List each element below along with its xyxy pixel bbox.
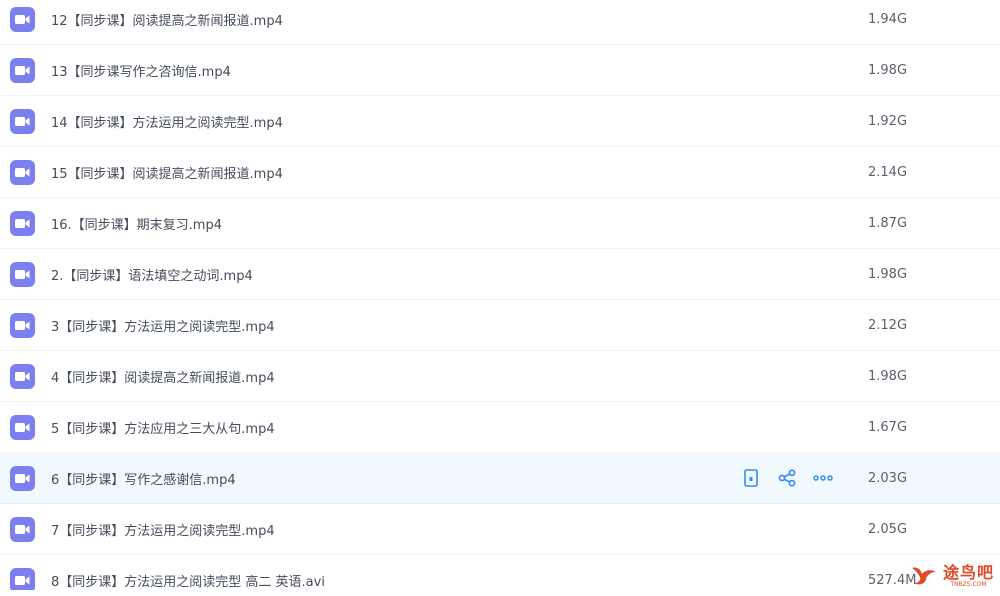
file-size: 2.12G — [868, 317, 908, 333]
video-file-icon — [10, 465, 35, 491]
file-row-hovered[interactable]: 6【同步课】写作之感谢信.mp4 2.03G — [0, 453, 1000, 504]
file-row[interactable]: 7【同步课】方法运用之阅读完型.mp4 2.05G — [0, 504, 1000, 555]
more-button[interactable] — [813, 468, 833, 488]
share-button[interactable] — [777, 468, 797, 488]
file-name[interactable]: 16.【同步课】期末复习.mp4 — [51, 214, 222, 233]
video-file-icon — [10, 159, 35, 185]
video-file-icon — [10, 108, 35, 134]
row-actions — [741, 453, 833, 503]
file-name[interactable]: 5【同步课】方法应用之三大从句.mp4 — [51, 418, 275, 437]
file-size: 1.87G — [868, 215, 908, 231]
video-file-icon — [10, 210, 35, 236]
file-size: 527.4M — [868, 572, 917, 588]
file-size: 1.98G — [868, 62, 908, 78]
phone-icon — [744, 469, 758, 487]
file-row[interactable]: 14【同步课】方法运用之阅读完型.mp4 1.92G — [0, 96, 1000, 147]
file-row[interactable]: 5【同步课】方法应用之三大从句.mp4 1.67G — [0, 402, 1000, 453]
file-name[interactable]: 4【同步课】阅读提高之新闻报道.mp4 — [51, 367, 275, 386]
file-row[interactable]: 13【同步课写作之咨询信.mp4 1.98G — [0, 45, 1000, 96]
video-file-icon — [10, 312, 35, 338]
file-list: 12【同步课】阅读提高之新闻报道.mp4 1.94G 13【同步课写作之咨询信.… — [0, 0, 1000, 590]
video-file-icon — [10, 414, 35, 440]
file-row[interactable]: 4【同步课】阅读提高之新闻报道.mp4 1.98G — [0, 351, 1000, 402]
file-row[interactable]: 12【同步课】阅读提高之新闻报道.mp4 1.94G — [0, 0, 1000, 45]
video-file-icon — [10, 567, 35, 590]
file-size: 2.03G — [868, 470, 908, 486]
video-file-icon — [10, 261, 35, 287]
file-row[interactable]: 8【同步课】方法运用之阅读完型 高二 英语.avi 527.4M — [0, 555, 1000, 590]
file-name[interactable]: 2.【同步课】语法填空之动词.mp4 — [51, 265, 253, 284]
file-size: 1.92G — [868, 113, 908, 129]
more-icon — [813, 475, 833, 481]
file-name[interactable]: 12【同步课】阅读提高之新闻报道.mp4 — [51, 10, 283, 29]
file-size: 1.67G — [868, 419, 908, 435]
file-row[interactable]: 2.【同步课】语法填空之动词.mp4 1.98G — [0, 249, 1000, 300]
file-name[interactable]: 14【同步课】方法运用之阅读完型.mp4 — [51, 112, 283, 131]
file-name[interactable]: 7【同步课】方法运用之阅读完型.mp4 — [51, 520, 275, 539]
file-name[interactable]: 13【同步课写作之咨询信.mp4 — [51, 61, 231, 80]
file-name[interactable]: 3【同步课】方法运用之阅读完型.mp4 — [51, 316, 275, 335]
share-icon — [778, 469, 796, 487]
video-file-icon — [10, 363, 35, 389]
file-size: 1.94G — [868, 11, 908, 27]
file-name[interactable]: 6【同步课】写作之感谢信.mp4 — [51, 469, 236, 488]
file-size: 1.98G — [868, 368, 908, 384]
video-file-icon — [10, 6, 35, 32]
video-file-icon — [10, 57, 35, 83]
file-name[interactable]: 15【同步课】阅读提高之新闻报道.mp4 — [51, 163, 283, 182]
video-file-icon — [10, 516, 35, 542]
file-size: 2.14G — [868, 164, 908, 180]
file-size: 1.98G — [868, 266, 908, 282]
file-row[interactable]: 16.【同步课】期末复习.mp4 1.87G — [0, 198, 1000, 249]
file-row[interactable]: 3【同步课】方法运用之阅读完型.mp4 2.12G — [0, 300, 1000, 351]
file-size: 2.05G — [868, 521, 908, 537]
file-row[interactable]: 15【同步课】阅读提高之新闻报道.mp4 2.14G — [0, 147, 1000, 198]
file-name[interactable]: 8【同步课】方法运用之阅读完型 高二 英语.avi — [51, 571, 325, 590]
send-to-phone-button[interactable] — [741, 468, 761, 488]
